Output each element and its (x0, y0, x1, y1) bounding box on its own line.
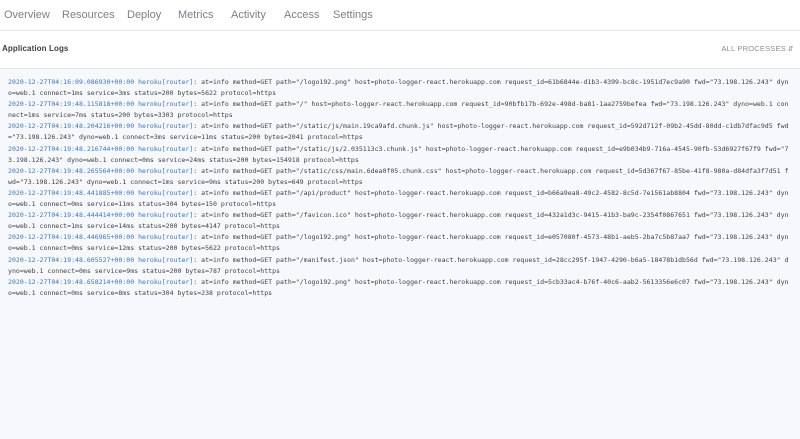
log-panel[interactable]: 2020-12-27T04:16:09.086930+00:00 heroku[… (0, 68, 800, 439)
chevron-up-down-icon: ⇵ (787, 46, 794, 53)
log-source: heroku[router] (138, 255, 194, 264)
log-entry: 2020-12-27T04:19:48.216744+00:00 heroku[… (8, 144, 790, 166)
log-timestamp: 2020-12-27T04:16:09.086930+00:00 (8, 78, 135, 86)
tab-settings[interactable]: Settings (333, 9, 373, 21)
log-source: heroku[router] (138, 166, 194, 175)
log-entry: 2020-12-27T04:19:48.658214+00:00 heroku[… (8, 277, 790, 299)
tab-resources[interactable]: Resources (62, 9, 115, 21)
log-timestamp: 2020-12-27T04:19:48.444414+00:00 (8, 211, 135, 220)
log-entry: 2020-12-27T04:19:48.441885+00:00 heroku[… (8, 188, 790, 210)
log-source: heroku[router] (138, 211, 194, 220)
log-lines: 2020-12-27T04:16:09.086930+00:00 heroku[… (8, 77, 790, 299)
log-source: heroku[router] (138, 233, 194, 242)
log-entry: 2020-12-27T04:19:48.265564+00:00 heroku[… (8, 166, 790, 188)
process-filter-label: ALL PROCESSES (721, 44, 786, 53)
log-timestamp: 2020-12-27T04:19:48.216744+00:00 (8, 144, 135, 153)
tab-activity[interactable]: Activity (231, 9, 266, 21)
log-timestamp: 2020-12-27T04:19:48.446965+00:00 (8, 233, 135, 242)
tab-deploy[interactable]: Deploy (127, 9, 161, 21)
log-entry: 2020-12-27T04:16:09.086930+00:00 heroku[… (8, 77, 790, 99)
log-entry: 2020-12-27T04:19:48.115818+00:00 heroku[… (8, 99, 790, 121)
log-source: heroku[router] (138, 277, 194, 286)
log-entry: 2020-12-27T04:19:48.446965+00:00 heroku[… (8, 232, 790, 254)
log-timestamp: 2020-12-27T04:19:48.441885+00:00 (8, 188, 135, 197)
log-source: heroku[router] (138, 122, 194, 131)
log-entry: 2020-12-27T04:19:48.204216+00:00 heroku[… (8, 121, 790, 143)
log-source: heroku[router] (138, 78, 194, 86)
tab-metrics[interactable]: Metrics (178, 9, 213, 21)
log-timestamp: 2020-12-27T04:19:48.605527+00:00 (8, 255, 135, 264)
log-source: heroku[router] (138, 144, 194, 153)
logs-title: Application Logs (2, 44, 69, 53)
log-timestamp: 2020-12-27T04:19:48.265564+00:00 (8, 166, 135, 175)
log-entry: 2020-12-27T04:19:48.605527+00:00 heroku[… (8, 255, 790, 277)
log-timestamp: 2020-12-27T04:19:48.115818+00:00 (8, 100, 135, 109)
app-nav: Overview Resources Deploy Metrics Activi… (0, 0, 800, 31)
log-timestamp: 2020-12-27T04:19:48.658214+00:00 (8, 277, 135, 286)
log-source: heroku[router] (138, 188, 194, 197)
log-entry: 2020-12-27T04:19:48.444414+00:00 heroku[… (8, 210, 790, 232)
process-filter-select[interactable]: ALL PROCESSES ⇵ (721, 44, 794, 53)
log-timestamp: 2020-12-27T04:19:48.204216+00:00 (8, 122, 135, 131)
tab-access[interactable]: Access (284, 9, 319, 21)
tab-overview[interactable]: Overview (4, 9, 50, 21)
log-source: heroku[router] (138, 100, 194, 109)
